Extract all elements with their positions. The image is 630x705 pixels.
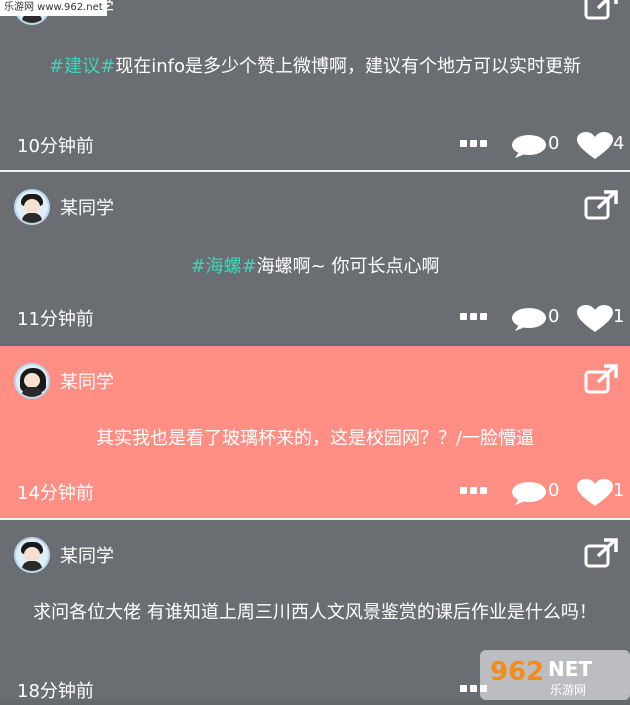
heart-icon[interactable] — [577, 479, 613, 507]
more-icon[interactable] — [460, 487, 488, 495]
comment-icon[interactable] — [511, 307, 547, 331]
post-card[interactable]: 某同学 #建议#现在info是多少个赞上微博啊，建议有个地方可以实时更新 10分… — [0, 0, 630, 170]
post-time: 14分钟前 — [17, 483, 94, 504]
post-content[interactable]: #海螺#海螺啊~ 你可长点心啊 — [20, 254, 610, 280]
comment-count: 0 — [548, 306, 560, 327]
post-card[interactable]: 某同学 其实我也是看了玻璃杯来的，这是校园网？？/一脸懵逼 14分钟前 0 1 — [0, 346, 630, 518]
share-icon[interactable] — [584, 190, 618, 220]
post-header: 某同学 — [14, 188, 114, 226]
post-footer: 11分钟前 0 1 — [0, 303, 630, 333]
post-time: 18分钟前 — [17, 681, 94, 702]
watermark-logo-number: 962 — [490, 657, 544, 687]
like-count: 1 — [613, 480, 625, 501]
post-text: 求问各位大佬 有谁知道上周三川西人文风景鉴赏的课后作业是什么吗！ — [33, 602, 597, 623]
username[interactable]: 某同学 — [60, 194, 114, 220]
watermark-logo-cn: 乐游网 — [550, 683, 586, 697]
username[interactable]: 某同学 — [60, 368, 114, 394]
topic-tag[interactable]: #海螺# — [191, 256, 257, 277]
heart-icon[interactable] — [577, 132, 613, 160]
comment-count: 0 — [548, 480, 560, 501]
more-icon[interactable] — [460, 140, 488, 148]
post-header: 某同学 — [14, 536, 114, 574]
post-card[interactable]: 某同学 #海螺#海螺啊~ 你可长点心啊 11分钟前 0 1 — [0, 172, 630, 344]
comment-count: 0 — [548, 133, 560, 154]
heart-icon[interactable] — [577, 305, 613, 333]
topic-tag[interactable]: #建议# — [49, 56, 115, 77]
comment-icon[interactable] — [511, 134, 547, 158]
like-count: 1 — [613, 306, 625, 327]
post-header: 某同学 — [14, 362, 114, 400]
watermark-logo-net: NET — [548, 657, 592, 681]
avatar[interactable] — [14, 189, 50, 225]
avatar[interactable] — [14, 537, 50, 573]
post-text: 海螺啊~ 你可长点心啊 — [256, 256, 440, 277]
watermark-site: 乐游网 www.962.net — [0, 0, 107, 16]
share-icon[interactable] — [584, 538, 618, 568]
post-text: 现在info是多少个赞上微博啊，建议有个地方可以实时更新 — [115, 56, 581, 77]
watermark-logo-icon: 962 NET 乐游网 — [480, 650, 630, 700]
post-time: 10分钟前 — [17, 136, 94, 157]
share-icon[interactable] — [584, 0, 618, 20]
comment-icon[interactable] — [511, 481, 547, 505]
like-count: 4 — [613, 133, 625, 154]
share-icon[interactable] — [584, 364, 618, 394]
post-time: 11分钟前 — [17, 309, 94, 330]
post-footer: 10分钟前 0 4 — [0, 130, 630, 160]
post-content[interactable]: 其实我也是看了玻璃杯来的，这是校园网？？/一脸懵逼 — [20, 426, 610, 452]
post-text: 其实我也是看了玻璃杯来的，这是校园网？？/一脸懵逼 — [95, 428, 535, 449]
more-icon[interactable] — [460, 313, 488, 321]
post-content[interactable]: 求问各位大佬 有谁知道上周三川西人文风景鉴赏的课后作业是什么吗！ — [20, 600, 610, 626]
username[interactable]: 某同学 — [60, 542, 114, 568]
post-footer: 14分钟前 0 1 — [0, 477, 630, 507]
avatar[interactable] — [14, 363, 50, 399]
post-content[interactable]: #建议#现在info是多少个赞上微博啊，建议有个地方可以实时更新 — [20, 54, 610, 80]
